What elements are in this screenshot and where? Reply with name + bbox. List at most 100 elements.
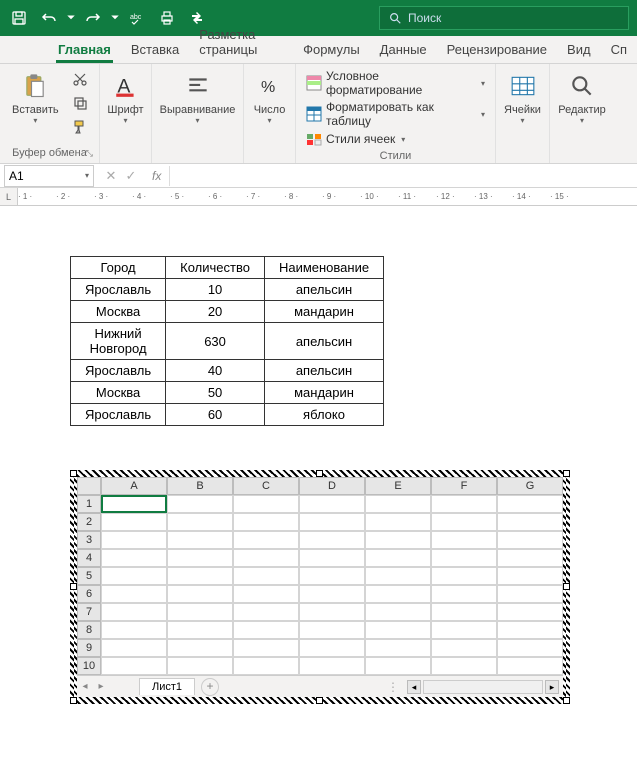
sheet-cell[interactable] [365, 657, 431, 675]
row-header[interactable]: 3 [77, 531, 101, 549]
sheet-cell[interactable] [365, 639, 431, 657]
sheet-cell[interactable] [497, 657, 563, 675]
row-header[interactable]: 5 [77, 567, 101, 585]
fx-label[interactable]: fx [152, 169, 161, 183]
row-header[interactable]: 8 [77, 621, 101, 639]
sheet-cell[interactable] [299, 621, 365, 639]
sheet-cell[interactable] [497, 639, 563, 657]
sheet-cell[interactable] [233, 585, 299, 603]
embedded-spreadsheet[interactable]: ABCDEFG12345678910 ◂ ▸ Лист1 + ⋮ ◂ ▸ [70, 470, 570, 704]
sheet-cell[interactable] [101, 513, 167, 531]
sheet-cell[interactable] [497, 603, 563, 621]
sheet-cell[interactable] [101, 639, 167, 657]
editing-button[interactable]: Редактир▾ [556, 68, 608, 127]
hscroll-track[interactable] [423, 680, 543, 694]
cancel-formula-button[interactable]: ✕ [102, 167, 120, 185]
sheet-cell[interactable] [497, 495, 563, 513]
sheet-cell[interactable] [431, 603, 497, 621]
sheet-cell[interactable] [299, 603, 365, 621]
sheet-cell[interactable] [365, 567, 431, 585]
sheet-cell[interactable] [101, 621, 167, 639]
sheet-cell[interactable] [167, 567, 233, 585]
sheet-cell[interactable] [497, 513, 563, 531]
add-sheet-button[interactable]: + [201, 678, 219, 696]
tab-home[interactable]: Главная [48, 36, 121, 63]
sheet-cell[interactable] [431, 567, 497, 585]
select-all-cell[interactable] [77, 477, 101, 495]
number-button[interactable]: % Число▾ [249, 68, 291, 127]
sheet-cell[interactable] [233, 495, 299, 513]
col-header[interactable]: A [101, 477, 167, 495]
sheet-cell[interactable] [167, 513, 233, 531]
sheet-cell[interactable] [299, 657, 365, 675]
tab-help[interactable]: Сп [601, 36, 637, 63]
sheet-cell[interactable] [167, 531, 233, 549]
redo-button[interactable] [80, 5, 106, 31]
sheet-cell[interactable] [497, 567, 563, 585]
print-button[interactable] [154, 5, 180, 31]
spellcheck-button[interactable]: abc [124, 5, 150, 31]
resize-handle[interactable] [563, 583, 570, 590]
row-header[interactable]: 6 [77, 585, 101, 603]
tab-layout[interactable]: Разметка страницы [189, 21, 293, 63]
sheet-cell[interactable] [101, 603, 167, 621]
sheet-cell[interactable] [431, 657, 497, 675]
row-header[interactable]: 7 [77, 603, 101, 621]
sheet-cell[interactable] [101, 549, 167, 567]
resize-handle[interactable] [563, 697, 570, 704]
resize-handle[interactable] [316, 697, 323, 704]
accept-formula-button[interactable]: ✓ [122, 167, 140, 185]
sheet-cell[interactable] [497, 585, 563, 603]
sheet-cell[interactable] [299, 567, 365, 585]
sheet-cell[interactable] [365, 603, 431, 621]
tab-data[interactable]: Данные [370, 36, 437, 63]
sheet-cell[interactable] [299, 639, 365, 657]
resize-handle[interactable] [70, 470, 77, 477]
sheet-cell[interactable] [167, 549, 233, 567]
row-header[interactable]: 9 [77, 639, 101, 657]
redo-dropdown[interactable] [110, 5, 120, 31]
alignment-button[interactable]: Выравнивание▾ [158, 68, 237, 127]
sheet-cell[interactable] [365, 531, 431, 549]
sheet-cell[interactable] [299, 585, 365, 603]
tab-review[interactable]: Рецензирование [437, 36, 557, 63]
resize-handle[interactable] [563, 470, 570, 477]
sheet-cell[interactable] [497, 549, 563, 567]
hscroll-right[interactable]: ▸ [545, 680, 559, 694]
sheet-cell[interactable] [299, 513, 365, 531]
sheet-cell[interactable] [233, 657, 299, 675]
sheet-cell[interactable] [167, 657, 233, 675]
sheet-cell[interactable] [431, 495, 497, 513]
save-button[interactable] [6, 5, 32, 31]
sheet-cell[interactable] [101, 495, 167, 513]
col-header[interactable]: F [431, 477, 497, 495]
sheet-cell[interactable] [497, 531, 563, 549]
col-header[interactable]: G [497, 477, 563, 495]
sheet-cell[interactable] [233, 639, 299, 657]
sheet-nav-first[interactable]: ◂ [77, 681, 93, 692]
conditional-formatting-button[interactable]: Условное форматирование▾ [302, 68, 489, 98]
sheet-cell[interactable] [167, 603, 233, 621]
resize-handle[interactable] [70, 583, 77, 590]
sheet-cell[interactable] [101, 657, 167, 675]
tab-insert[interactable]: Вставка [121, 36, 189, 63]
file-menu[interactable]: Файл [6, 0, 33, 2]
sheet-cell[interactable] [233, 603, 299, 621]
sheet-cell[interactable] [431, 639, 497, 657]
paste-button[interactable]: Вставить ▾ [6, 68, 65, 127]
col-header[interactable]: B [167, 477, 233, 495]
formula-input[interactable] [169, 166, 637, 186]
sheet-cell[interactable] [299, 531, 365, 549]
sheet-cell[interactable] [365, 549, 431, 567]
clipboard-launcher[interactable]: ⤡ [86, 148, 93, 159]
sheet-cell[interactable] [167, 495, 233, 513]
row-header[interactable]: 4 [77, 549, 101, 567]
hscroll-left[interactable]: ◂ [407, 680, 421, 694]
sheet-cell[interactable] [299, 495, 365, 513]
row-header[interactable]: 10 [77, 657, 101, 675]
sheet-cell[interactable] [167, 639, 233, 657]
sheet-cell[interactable] [431, 531, 497, 549]
sheet-cell[interactable] [497, 621, 563, 639]
format-painter-button[interactable] [69, 116, 91, 138]
sheet-cell[interactable] [365, 495, 431, 513]
